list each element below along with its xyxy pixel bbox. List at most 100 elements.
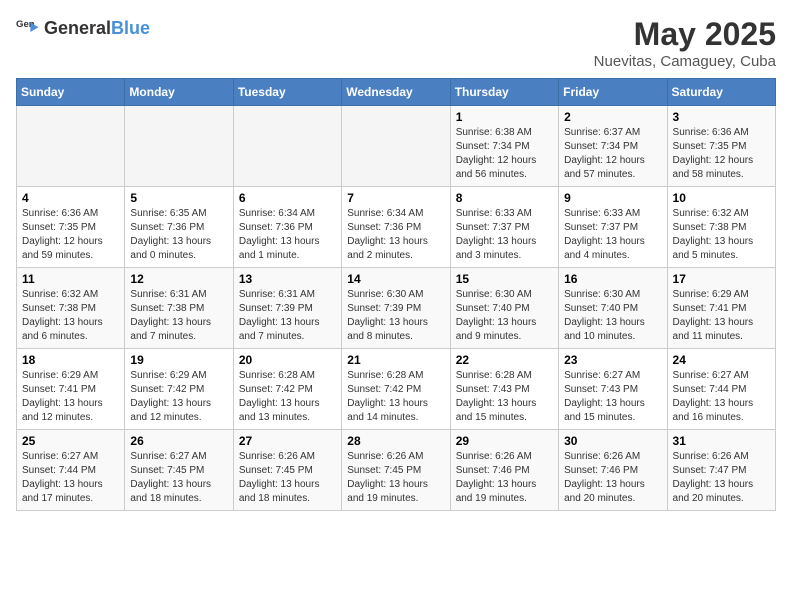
day-info: Sunrise: 6:34 AM Sunset: 7:36 PM Dayligh… — [239, 207, 336, 263]
day-number: 26 — [130, 434, 227, 448]
day-number: 24 — [673, 353, 770, 367]
day-number: 16 — [564, 272, 661, 286]
calendar-cell: 7 Sunrise: 6:34 AM Sunset: 7:36 PM Daylig… — [342, 187, 450, 268]
calendar-cell: 4 Sunrise: 6:36 AM Sunset: 7:35 PM Daylig… — [17, 187, 125, 268]
calendar-cell: 13Sunrise: 6:31 AM Sunset: 7:39 PM Dayli… — [233, 268, 341, 349]
calendar-cell: 11Sunrise: 6:32 AM Sunset: 7:38 PM Dayli… — [17, 268, 125, 349]
day-number: 4 — [22, 191, 119, 205]
day-info: Sunrise: 6:29 AM Sunset: 7:42 PM Dayligh… — [130, 369, 227, 425]
day-info: Sunrise: 6:33 AM Sunset: 7:37 PM Dayligh… — [456, 207, 553, 263]
calendar-cell: 17Sunrise: 6:29 AM Sunset: 7:41 PM Dayli… — [667, 268, 775, 349]
day-number: 18 — [22, 353, 119, 367]
day-number: 28 — [347, 434, 444, 448]
calendar-cell: 3 Sunrise: 6:36 AM Sunset: 7:35 PM Daylig… — [667, 106, 775, 187]
day-number: 31 — [673, 434, 770, 448]
day-info: Sunrise: 6:27 AM Sunset: 7:43 PM Dayligh… — [564, 369, 661, 425]
col-header-sunday: Sunday — [17, 79, 125, 106]
day-info: Sunrise: 6:27 AM Sunset: 7:44 PM Dayligh… — [22, 450, 119, 506]
day-number: 25 — [22, 434, 119, 448]
calendar-cell: 23 Sunrise: 6:27 AM Sunset: 7:43 PM Dayli… — [559, 349, 667, 430]
day-number: 22 — [456, 353, 553, 367]
day-info: Sunrise: 6:26 AM Sunset: 7:47 PM Dayligh… — [673, 450, 770, 506]
day-info: Sunrise: 6:30 AM Sunset: 7:40 PM Dayligh… — [564, 288, 661, 344]
calendar-cell — [125, 106, 233, 187]
day-info: Sunrise: 6:29 AM Sunset: 7:41 PM Dayligh… — [22, 369, 119, 425]
day-info: Sunrise: 6:28 AM Sunset: 7:42 PM Dayligh… — [239, 369, 336, 425]
calendar-cell: 31 Sunrise: 6:26 AM Sunset: 7:47 PM Dayli… — [667, 430, 775, 511]
day-number: 3 — [673, 110, 770, 124]
day-number: 11 — [22, 272, 119, 286]
day-number: 29 — [456, 434, 553, 448]
day-number: 15 — [456, 272, 553, 286]
day-number: 19 — [130, 353, 227, 367]
day-number: 21 — [347, 353, 444, 367]
day-info: Sunrise: 6:36 AM Sunset: 7:35 PM Dayligh… — [22, 207, 119, 263]
day-info: Sunrise: 6:28 AM Sunset: 7:43 PM Dayligh… — [456, 369, 553, 425]
calendar-cell: 8 Sunrise: 6:33 AM Sunset: 7:37 PM Daylig… — [450, 187, 558, 268]
calendar-week-2: 4 Sunrise: 6:36 AM Sunset: 7:35 PM Daylig… — [17, 187, 776, 268]
col-header-tuesday: Tuesday — [233, 79, 341, 106]
calendar-cell: 30Sunrise: 6:26 AM Sunset: 7:46 PM Dayli… — [559, 430, 667, 511]
day-info: Sunrise: 6:36 AM Sunset: 7:35 PM Dayligh… — [673, 126, 770, 182]
calendar-cell: 2Sunrise: 6:37 AM Sunset: 7:34 PM Daylig… — [559, 106, 667, 187]
day-number: 9 — [564, 191, 661, 205]
calendar-cell: 14 Sunrise: 6:30 AM Sunset: 7:39 PM Dayli… — [342, 268, 450, 349]
calendar-week-3: 11Sunrise: 6:32 AM Sunset: 7:38 PM Dayli… — [17, 268, 776, 349]
day-number: 10 — [673, 191, 770, 205]
calendar-cell: 6 Sunrise: 6:34 AM Sunset: 7:36 PM Daylig… — [233, 187, 341, 268]
day-info: Sunrise: 6:31 AM Sunset: 7:38 PM Dayligh… — [130, 288, 227, 344]
day-info: Sunrise: 6:26 AM Sunset: 7:45 PM Dayligh… — [239, 450, 336, 506]
calendar-cell — [233, 106, 341, 187]
logo-blue-text: Blue — [111, 18, 150, 38]
calendar-cell: 27Sunrise: 6:26 AM Sunset: 7:45 PM Dayli… — [233, 430, 341, 511]
day-number: 20 — [239, 353, 336, 367]
calendar-cell: 21Sunrise: 6:28 AM Sunset: 7:42 PM Dayli… — [342, 349, 450, 430]
day-number: 23 — [564, 353, 661, 367]
calendar-cell — [17, 106, 125, 187]
col-header-thursday: Thursday — [450, 79, 558, 106]
calendar-cell: 20 Sunrise: 6:28 AM Sunset: 7:42 PM Dayli… — [233, 349, 341, 430]
day-info: Sunrise: 6:32 AM Sunset: 7:38 PM Dayligh… — [673, 207, 770, 263]
col-header-wednesday: Wednesday — [342, 79, 450, 106]
day-number: 2 — [564, 110, 661, 124]
calendar-cell: 9 Sunrise: 6:33 AM Sunset: 7:37 PM Daylig… — [559, 187, 667, 268]
day-info: Sunrise: 6:35 AM Sunset: 7:36 PM Dayligh… — [130, 207, 227, 263]
calendar-table: SundayMondayTuesdayWednesdayThursdayFrid… — [16, 78, 776, 511]
day-info: Sunrise: 6:38 AM Sunset: 7:34 PM Dayligh… — [456, 126, 553, 182]
day-number: 8 — [456, 191, 553, 205]
col-header-monday: Monday — [125, 79, 233, 106]
calendar-week-1: 1Sunrise: 6:38 AM Sunset: 7:34 PM Daylig… — [17, 106, 776, 187]
day-number: 7 — [347, 191, 444, 205]
calendar-cell — [342, 106, 450, 187]
calendar-cell: 28 Sunrise: 6:26 AM Sunset: 7:45 PM Dayli… — [342, 430, 450, 511]
calendar-cell: 22 Sunrise: 6:28 AM Sunset: 7:43 PM Dayli… — [450, 349, 558, 430]
col-header-saturday: Saturday — [667, 79, 775, 106]
month-year-title: May 2025 — [594, 16, 776, 53]
calendar-header-row: SundayMondayTuesdayWednesdayThursdayFrid… — [17, 79, 776, 106]
page-header: Gen GeneralBlue May 2025 Nuevitas, Camag… — [16, 16, 776, 70]
day-number: 6 — [239, 191, 336, 205]
calendar-cell: 26 Sunrise: 6:27 AM Sunset: 7:45 PM Dayli… — [125, 430, 233, 511]
day-info: Sunrise: 6:27 AM Sunset: 7:44 PM Dayligh… — [673, 369, 770, 425]
logo-general-text: General — [44, 18, 111, 38]
calendar-cell: 12 Sunrise: 6:31 AM Sunset: 7:38 PM Dayli… — [125, 268, 233, 349]
location-subtitle: Nuevitas, Camaguey, Cuba — [594, 53, 776, 70]
logo-icon: Gen — [16, 16, 40, 40]
calendar-week-5: 25 Sunrise: 6:27 AM Sunset: 7:44 PM Dayli… — [17, 430, 776, 511]
calendar-cell: 18 Sunrise: 6:29 AM Sunset: 7:41 PM Dayli… — [17, 349, 125, 430]
title-block: May 2025 Nuevitas, Camaguey, Cuba — [594, 16, 776, 70]
day-info: Sunrise: 6:33 AM Sunset: 7:37 PM Dayligh… — [564, 207, 661, 263]
calendar-cell: 1Sunrise: 6:38 AM Sunset: 7:34 PM Daylig… — [450, 106, 558, 187]
day-info: Sunrise: 6:26 AM Sunset: 7:46 PM Dayligh… — [456, 450, 553, 506]
day-number: 30 — [564, 434, 661, 448]
day-info: Sunrise: 6:30 AM Sunset: 7:39 PM Dayligh… — [347, 288, 444, 344]
day-number: 14 — [347, 272, 444, 286]
day-number: 12 — [130, 272, 227, 286]
day-info: Sunrise: 6:27 AM Sunset: 7:45 PM Dayligh… — [130, 450, 227, 506]
calendar-cell: 29 Sunrise: 6:26 AM Sunset: 7:46 PM Dayli… — [450, 430, 558, 511]
day-info: Sunrise: 6:34 AM Sunset: 7:36 PM Dayligh… — [347, 207, 444, 263]
day-number: 13 — [239, 272, 336, 286]
day-info: Sunrise: 6:30 AM Sunset: 7:40 PM Dayligh… — [456, 288, 553, 344]
day-info: Sunrise: 6:26 AM Sunset: 7:45 PM Dayligh… — [347, 450, 444, 506]
calendar-cell: 19 Sunrise: 6:29 AM Sunset: 7:42 PM Dayli… — [125, 349, 233, 430]
